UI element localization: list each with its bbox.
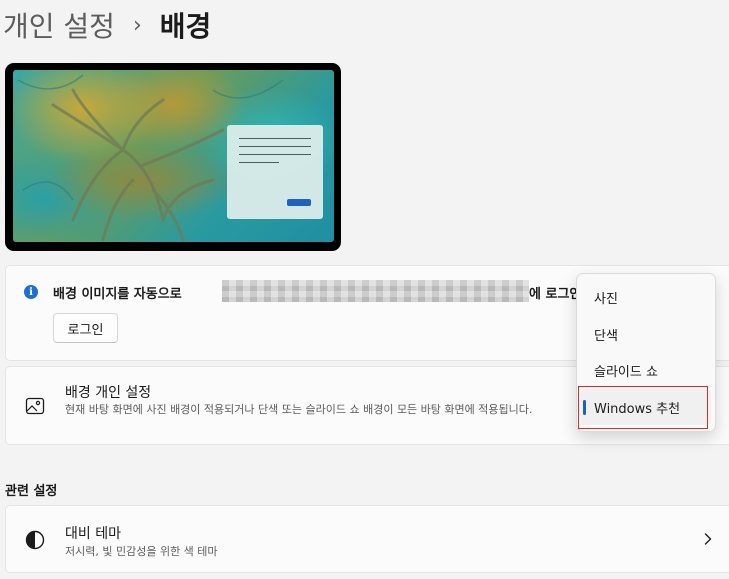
breadcrumb-parent[interactable]: 개인 설정 <box>3 5 115 45</box>
related-settings-heading: 관련 설정 <box>5 484 58 499</box>
dropdown-option-solid-color[interactable]: 단색 <box>581 316 711 352</box>
option-label: 단색 <box>594 328 618 344</box>
page-header: 개인 설정 › 배경 <box>3 3 211 47</box>
chevron-right-icon <box>704 533 712 545</box>
contrast-themes-row[interactable]: 대비 테마 저시력, 빛 민감성을 위한 색 테마 <box>5 505 729 573</box>
contrast-description: 저시력, 빛 민감성을 위한 색 테마 <box>65 545 218 558</box>
option-label: 슬라이드 쇼 <box>594 364 658 380</box>
preview-window-mockup <box>227 125 323 219</box>
dropdown-option-photo[interactable]: 사진 <box>581 279 711 315</box>
dropdown-option-slideshow[interactable]: 슬라이드 쇼 <box>581 352 711 388</box>
contrast-title: 대비 테마 <box>65 526 121 542</box>
personalize-description: 현재 바탕 화면에 사진 배경이 적용되거나 단색 또는 슬라이드 쇼 배경이 … <box>65 403 533 416</box>
desktop-preview <box>5 63 341 251</box>
page-title: 배경 <box>159 10 212 43</box>
info-banner-text-start: 배경 이미지를 자동으로 <box>53 287 182 302</box>
info-banner-text-end: 에 로그인 <box>529 287 582 302</box>
wallpaper-preview-image <box>13 70 334 242</box>
image-icon <box>25 397 45 415</box>
login-button[interactable]: 로그인 <box>53 313 118 343</box>
preview-window-button <box>287 199 311 206</box>
personalize-title: 배경 개인 설정 <box>65 385 152 401</box>
selection-highlight-box <box>578 386 708 429</box>
contrast-icon <box>25 530 45 550</box>
breadcrumb-separator: › <box>132 12 142 38</box>
option-label: 사진 <box>594 291 618 307</box>
redacted-text <box>222 280 529 302</box>
info-icon: i <box>24 285 38 299</box>
